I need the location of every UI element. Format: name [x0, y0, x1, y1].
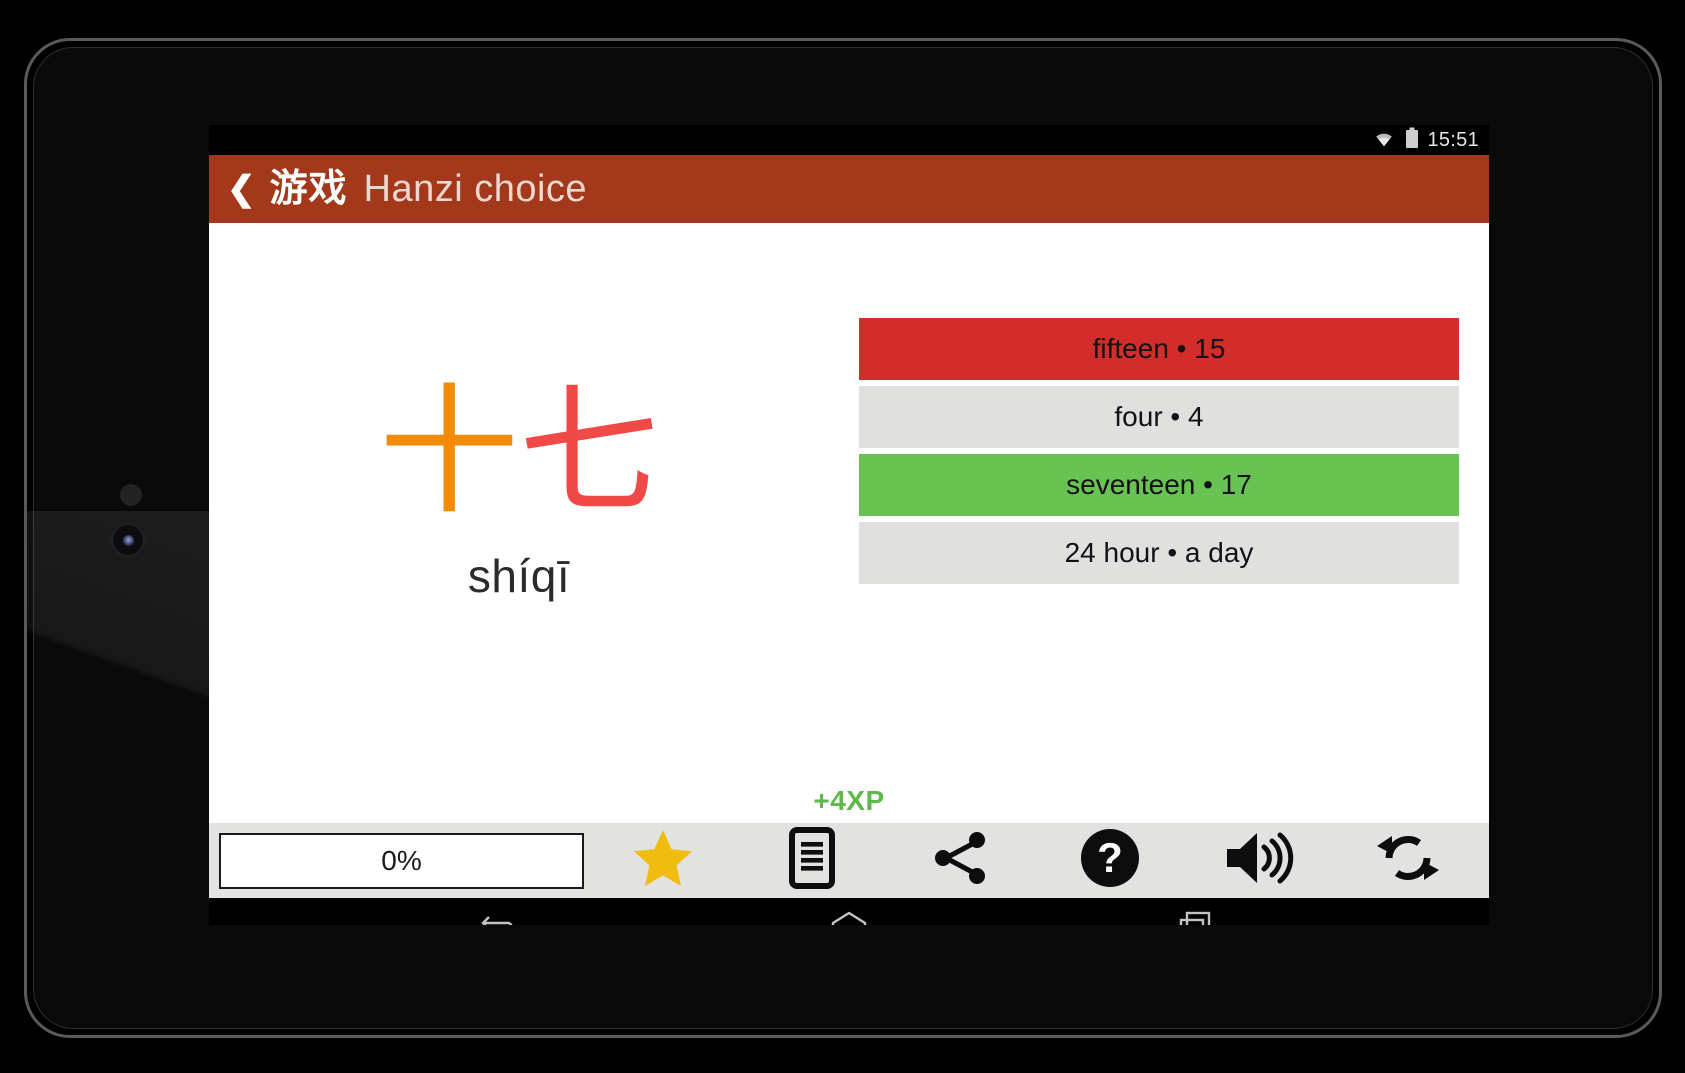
xp-gain-label: +4XP — [813, 785, 885, 816]
help-icon: ? — [1079, 827, 1141, 894]
android-nav-bar — [209, 898, 1489, 925]
share-button[interactable] — [915, 825, 1007, 897]
speaker-icon — [1223, 828, 1295, 893]
app-bar-parent-title[interactable]: 游戏 — [270, 170, 348, 208]
hanzi-prompt-panel: 十 七 shíqī — [209, 223, 829, 763]
screenshot-root: 15:51 ❮ 游戏 Hanzi choice 十 七 shíqī fiftee… — [0, 0, 1685, 1073]
back-chevron-icon[interactable]: ❮ — [223, 172, 260, 206]
svg-text:?: ? — [1097, 834, 1123, 881]
help-button[interactable]: ? — [1064, 825, 1156, 897]
bottom-toolbar: 0% ? — [209, 823, 1489, 898]
android-home-icon — [828, 909, 870, 925]
proximity-sensor-icon — [120, 484, 142, 506]
android-back-button[interactable] — [447, 905, 557, 925]
app-bar: ❮ 游戏 Hanzi choice — [209, 155, 1489, 223]
refresh-icon — [1375, 827, 1441, 894]
answer-option[interactable]: seventeen • 17 — [859, 454, 1459, 516]
android-recents-icon — [1175, 909, 1217, 925]
android-back-icon — [481, 909, 523, 925]
answer-option[interactable]: 24 hour • a day — [859, 522, 1459, 584]
share-icon — [931, 829, 991, 892]
progress-bar[interactable]: 0% — [219, 832, 584, 889]
hanzi-character-1: 十 — [378, 371, 519, 534]
wifi-icon — [1371, 128, 1397, 153]
android-screen: 15:51 ❮ 游戏 Hanzi choice 十 七 shíqī fiftee… — [209, 125, 1489, 925]
status-bar-right: 15:51 — [1371, 127, 1479, 154]
front-camera-icon — [111, 523, 145, 557]
toolbar-buttons: ? — [588, 823, 1483, 898]
favorite-button[interactable] — [617, 825, 709, 897]
status-clock: 15:51 — [1427, 129, 1479, 151]
refresh-button[interactable] — [1362, 825, 1454, 897]
list-button[interactable] — [766, 825, 858, 897]
android-recents-button[interactable] — [1141, 905, 1251, 925]
star-icon — [632, 828, 694, 893]
answer-options-list: fifteen • 15 four • 4 seventeen • 17 24 … — [859, 318, 1459, 590]
answer-option[interactable]: fifteen • 15 — [859, 318, 1459, 380]
sound-button[interactable] — [1213, 825, 1305, 897]
app-bar-title: Hanzi choice — [363, 168, 588, 210]
pinyin-label: shíqī — [467, 550, 571, 602]
status-bar: 15:51 — [209, 125, 1489, 155]
hanzi-character-2: 七 — [519, 371, 660, 534]
hanzi-characters: 十 七 — [379, 383, 659, 523]
android-home-button[interactable] — [794, 905, 904, 925]
main-content: 十 七 shíqī fifteen • 15 four • 4 seventee… — [209, 223, 1489, 823]
list-icon — [788, 827, 835, 894]
battery-icon — [1405, 127, 1419, 154]
answer-option[interactable]: four • 4 — [859, 386, 1459, 448]
